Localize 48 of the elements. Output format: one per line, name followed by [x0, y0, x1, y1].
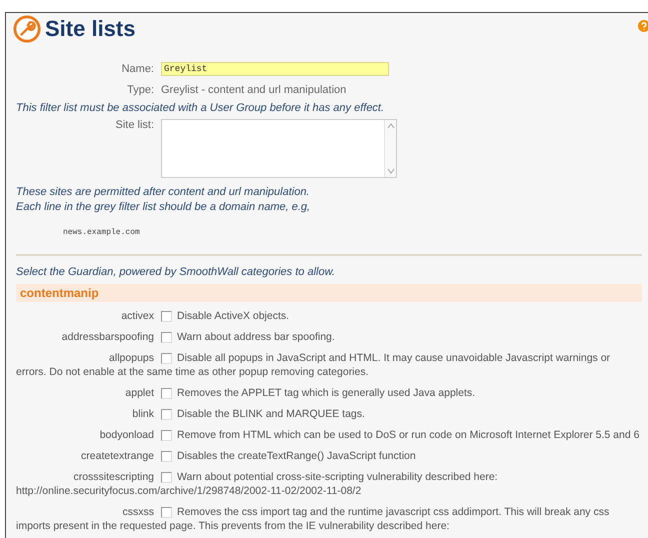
category-name: createtextrange — [80, 449, 154, 463]
category-description: imports present in the requested page. This prevents from the IE vulnerability described here: — [16, 519, 450, 533]
category-name: bodyonload — [98, 428, 154, 442]
category-name: activex — [120, 309, 154, 323]
name-label: Name: — [120, 63, 154, 75]
category-name: applet — [124, 386, 154, 400]
category-description: Disable ActiveX objects. — [177, 309, 290, 323]
help-text: Each line in the grey filter list should be a domain name, e.g, — [16, 201, 312, 213]
checkbox[interactable] — [161, 310, 172, 322]
type-label: Type: — [126, 84, 154, 96]
category-name: crosssitescripting — [72, 470, 154, 484]
category-description: Disable the BLINK and MARQUEE tags. — [177, 407, 365, 421]
type-value: Greylist - content and url manipulation — [161, 84, 346, 96]
checkbox[interactable] — [161, 388, 172, 398]
checkbox[interactable] — [161, 472, 172, 482]
category-description: Remove from HTML which can be used to DoS or run code on Microsoft Internet Explorer 5.5 and 6 — [177, 428, 640, 442]
site-list-label: Site list: — [114, 119, 154, 131]
checkbox[interactable] — [161, 332, 172, 342]
example-text: news.example.com — [63, 228, 141, 237]
scroll-up-icon[interactable] — [386, 122, 394, 130]
checkbox[interactable] — [161, 450, 172, 462]
section-header: contentmanip — [16, 284, 642, 302]
category-description: Disables the createTextRange() JavaScript function — [177, 449, 416, 463]
scroll-down-icon[interactable] — [386, 167, 394, 175]
scrollbar[interactable] — [384, 120, 396, 177]
category-name: blink — [131, 407, 154, 421]
notice-text: This filter list must be associated with a User Group before it has any effect. — [16, 102, 386, 114]
name-field[interactable]: Greylist — [161, 62, 389, 76]
checkbox[interactable] — [161, 408, 172, 420]
wrench-icon — [13, 15, 41, 43]
category-name: addressbarspoofing — [60, 330, 154, 344]
category-description: Warn about potential cross-site-scripting vulnerability described here: — [177, 470, 498, 484]
category-description: Warn about address bar spoofing. — [177, 330, 335, 344]
help-icon[interactable] — [638, 20, 648, 32]
category-name: cssxss — [122, 505, 154, 519]
category-name: allpopups — [108, 351, 154, 365]
categories-intro: Select the Guardian, powered by SmoothWall categories to allow. — [16, 266, 336, 278]
category-description: errors. Do not enable at the same time as other popup removing categories. — [16, 365, 369, 379]
site-list-field[interactable] — [161, 119, 397, 178]
checkbox[interactable] — [161, 506, 172, 518]
category-description: http://online.securityfocus.com/archive/1/298748/2002-11-02/2002-11-08/2 — [16, 484, 362, 498]
category-description: Removes the APPLET tag which is generally used Java applets. — [177, 386, 476, 400]
page-title: Site lists — [45, 16, 136, 42]
checkbox[interactable] — [161, 352, 172, 364]
category-description: Removes the css import tag and the runtime javascript css addimport. This will break any css — [177, 505, 610, 519]
checkbox[interactable] — [161, 430, 172, 440]
help-text: These sites are permitted after content and url manipulation. — [16, 186, 310, 198]
category-description: Disable all popups in JavaScript and HTML. It may cause unavoidable Javascript warnings or — [177, 351, 610, 365]
